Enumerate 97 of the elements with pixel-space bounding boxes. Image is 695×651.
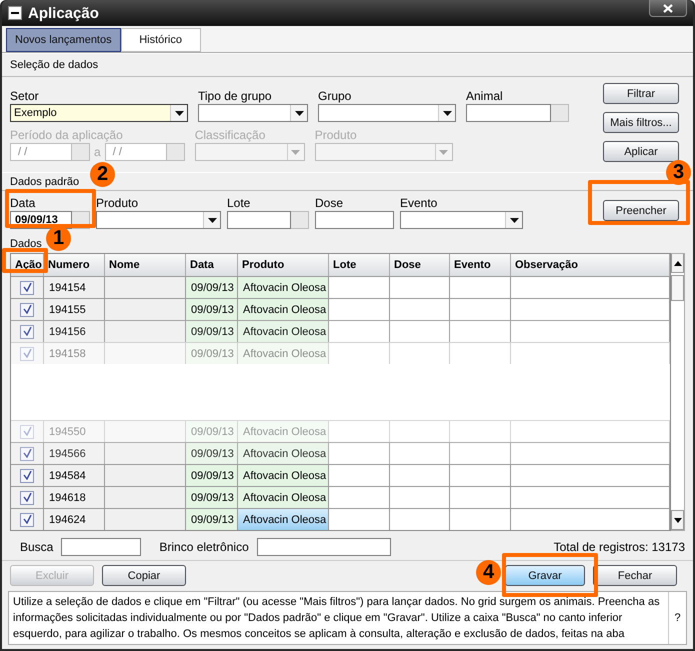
dropdown-arrow-icon: [208, 218, 216, 222]
field-label: Produto: [96, 196, 140, 210]
filter-button[interactable]: Mais filtros...: [603, 112, 679, 133]
window-menu-icon[interactable]: [8, 6, 22, 20]
field-label: Grupo: [318, 89, 352, 103]
table-cell: 194158: [44, 343, 105, 364]
checkbox[interactable]: [20, 302, 34, 316]
table-cell: 09/09/13: [186, 487, 238, 508]
field-label: Data: [10, 196, 36, 210]
checkbox[interactable]: [20, 280, 34, 294]
field-label: Dose: [315, 196, 344, 210]
up-arrow-icon: [674, 260, 682, 266]
section-title: Seleção de dados: [10, 59, 98, 71]
dropdown-field[interactable]: Exemplo: [10, 104, 188, 122]
table-cell: 09/09/13: [186, 465, 238, 486]
column-header[interactable]: Evento: [450, 254, 511, 276]
field-label: Busca: [20, 540, 54, 554]
table-cell[interactable]: Aftovacin Oleosa: [238, 465, 329, 486]
field-label: Tipo de grupo: [198, 89, 273, 103]
filter-button[interactable]: Filtrar: [603, 83, 679, 104]
table-cell[interactable]: Aftovacin Oleosa: [238, 299, 329, 320]
input-field[interactable]: [227, 211, 291, 229]
close-icon: [663, 4, 673, 12]
window-title: Aplicação: [28, 4, 100, 22]
help-text: Utilize a seleção de dados e clique em "Filtrar" (ou acesse "Mais filtros") para lançar dados. No grid surgem os animais. Preencha as informações solicitadas individualmente ou por "Dados padrão" e clique em "Gravar". Utilize a caixa "Busca" no canto inferior esquerdo, para agilizar o trabalho. Os mesmos conceitos se aplicam à consulta, alteração e exclusão de dados, feitas na aba: [12, 595, 661, 642]
table-cell: 09/09/13: [186, 277, 238, 298]
field-label: Classificação: [194, 128, 266, 142]
filter-button[interactable]: Aplicar: [603, 141, 679, 162]
dropdown-arrow-icon: [439, 150, 448, 154]
checkbox[interactable]: [20, 512, 34, 526]
column-header[interactable]: Nome: [105, 254, 186, 276]
action-button[interactable]: Fechar: [593, 565, 677, 586]
dropdown-arrow-icon: [442, 110, 452, 116]
range-separator: a: [94, 145, 101, 159]
search-field[interactable]: [61, 538, 142, 556]
column-header[interactable]: Numero: [44, 254, 105, 276]
checkbox[interactable]: [20, 324, 34, 338]
action-button[interactable]: Copiar: [102, 565, 186, 586]
table-cell: 194550: [44, 421, 105, 442]
table-cell[interactable]: Aftovacin Oleosa: [238, 443, 329, 464]
input-field[interactable]: [466, 104, 551, 122]
table-cell: 194566: [44, 443, 105, 464]
table-cell: 09/09/13: [186, 343, 238, 364]
dropdown-arrow-icon: [510, 218, 518, 222]
column-header[interactable]: Produto: [238, 254, 329, 276]
dropdown-arrow-icon: [291, 150, 300, 154]
section-title: Dados: [10, 238, 42, 250]
table-cell[interactable]: Aftovacin Oleosa: [238, 321, 329, 342]
tab[interactable]: Histórico: [120, 28, 201, 52]
input-field[interactable]: [315, 211, 394, 229]
input-field[interactable]: [256, 538, 391, 556]
fill-button[interactable]: Preencher: [603, 200, 679, 221]
dropdown-arrow-icon: [174, 110, 184, 116]
column-header[interactable]: Observação: [511, 254, 670, 276]
field-label: Produto: [314, 128, 358, 142]
field-label: Lote: [227, 196, 252, 210]
dropdown-field[interactable]: [400, 211, 523, 229]
field-label: Período da aplicação: [10, 128, 124, 142]
table-cell: 194584: [44, 465, 105, 486]
checkbox[interactable]: [20, 490, 34, 504]
checkbox[interactable]: [20, 446, 34, 460]
scrollbar[interactable]: [671, 253, 685, 531]
table-cell: 09/09/13: [186, 421, 238, 442]
dropdown-field[interactable]: [198, 104, 308, 122]
column-header[interactable]: Dose: [390, 254, 450, 276]
close-button[interactable]: [649, 0, 687, 17]
table-cell: 09/09/13: [186, 443, 238, 464]
scroll-down-button[interactable]: [671, 510, 684, 530]
field-label: Brinco eletrônico: [159, 540, 249, 554]
table-cell: 09/09/13: [186, 299, 238, 320]
record-total: Total de registros: 13173: [554, 540, 685, 554]
table-cell[interactable]: Aftovacin Oleosa: [238, 509, 329, 530]
scroll-up-button[interactable]: [671, 254, 684, 273]
table-cell[interactable]: Aftovacin Oleosa: [238, 277, 329, 298]
table-cell: 194154: [44, 277, 105, 298]
scrollbar-thumb[interactable]: [671, 275, 684, 301]
section-title: Dados padrão: [10, 176, 80, 188]
table-cell: 09/09/13: [186, 509, 238, 530]
dropdown-field[interactable]: [318, 104, 456, 122]
field-label: Evento: [400, 196, 438, 210]
column-header[interactable]: Data: [186, 254, 238, 276]
table-cell: 194618: [44, 487, 105, 508]
column-header[interactable]: Lote: [329, 254, 390, 276]
dropdown-field[interactable]: [96, 211, 221, 229]
table-cell: 194624: [44, 509, 105, 530]
field-label: Animal: [466, 89, 504, 103]
highlight-frame: [2, 248, 48, 273]
table-cell[interactable]: Aftovacin Oleosa: [238, 487, 329, 508]
action-button[interactable]: Gravar: [505, 565, 585, 586]
table-cell: 09/09/13: [186, 321, 238, 342]
table-cell: 194155: [44, 299, 105, 320]
dropdown-arrow-icon: [294, 110, 304, 116]
table-cell: 194156: [44, 321, 105, 342]
field-label: Setor: [10, 89, 40, 103]
tab[interactable]: Novos lançamentos: [6, 28, 121, 52]
checkbox[interactable]: [20, 468, 34, 482]
down-arrow-icon: [674, 518, 682, 522]
